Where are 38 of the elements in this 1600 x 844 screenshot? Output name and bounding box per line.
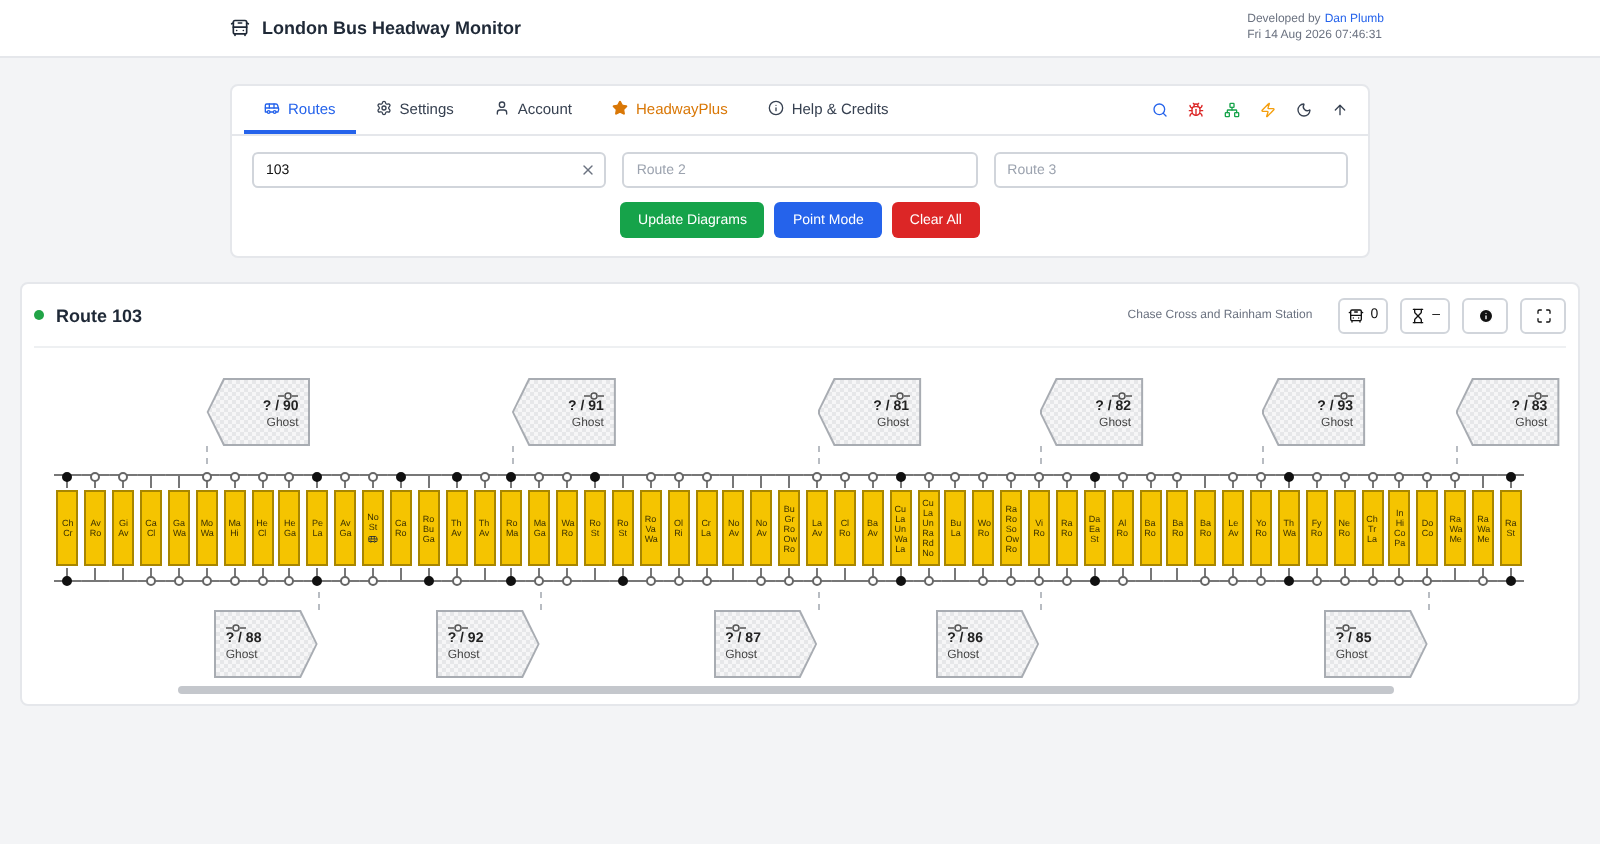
ghost-link-icon xyxy=(1333,392,1354,400)
fullscreen-icon xyxy=(1535,307,1551,323)
moon-icon[interactable] xyxy=(1296,102,1312,118)
network-icon[interactable] xyxy=(1224,102,1240,118)
bus-icon xyxy=(230,18,250,38)
leader-line xyxy=(817,592,820,610)
ghost-link-icon xyxy=(583,392,604,400)
ghost-link-icon xyxy=(1111,392,1132,400)
ghost-link-icon xyxy=(947,624,968,632)
clear-button[interactable] xyxy=(580,162,597,178)
gear-icon xyxy=(375,100,392,116)
bus-icon xyxy=(1348,307,1365,323)
hourglass-icon xyxy=(1410,307,1427,323)
app-title: London Bus Headway Monitor xyxy=(262,18,521,38)
star-icon xyxy=(611,100,628,116)
leader-line xyxy=(1039,592,1042,610)
leader-line xyxy=(539,592,542,610)
ghost-link-icon xyxy=(447,624,468,632)
info-button[interactable] xyxy=(1462,297,1508,333)
arrow-up-icon[interactable] xyxy=(1332,102,1348,118)
user-icon xyxy=(493,100,510,116)
info-icon xyxy=(767,100,784,116)
bus-icon xyxy=(264,100,280,116)
ghost-link-icon xyxy=(889,392,910,400)
ghost-link-icon xyxy=(278,392,299,400)
fullscreen-button[interactable] xyxy=(1520,297,1566,333)
scrollbar[interactable] xyxy=(178,686,1394,694)
leader-line xyxy=(317,592,320,610)
ghost-link-icon xyxy=(1335,624,1356,632)
ghost-link-icon xyxy=(1527,392,1548,400)
bus-icon xyxy=(368,534,379,544)
bug-icon[interactable] xyxy=(1188,102,1204,118)
ghost-link-icon xyxy=(225,624,246,632)
route-title: Route 103 xyxy=(56,305,143,325)
search-icon[interactable] xyxy=(1152,102,1168,118)
info-icon xyxy=(1477,307,1493,323)
leader-line xyxy=(1427,592,1430,610)
ghost-link-icon xyxy=(725,624,746,632)
